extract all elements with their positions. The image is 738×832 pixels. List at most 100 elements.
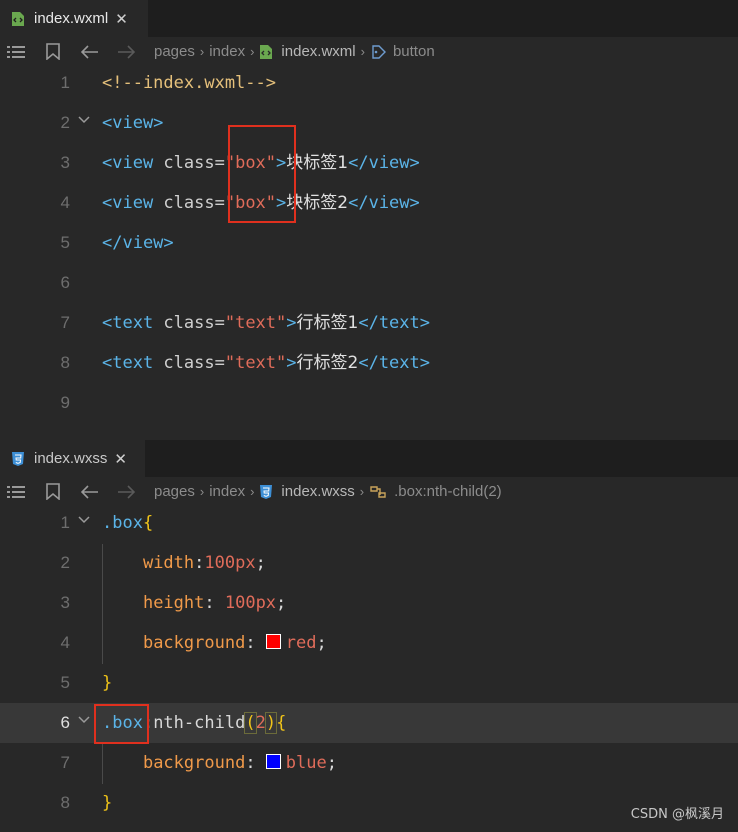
bookmark-icon[interactable] — [44, 477, 62, 506]
code-text: <!--index.wxml--> — [102, 63, 276, 103]
color-swatch[interactable] — [265, 754, 281, 769]
tab-index-wxss[interactable]: index.wxss ✕ — [0, 440, 145, 477]
code-token: background — [142, 753, 246, 773]
line-number: 6 — [60, 273, 70, 292]
code-line[interactable]: 4 background: red; — [0, 623, 738, 663]
code-text: </view> — [102, 223, 174, 263]
code-token: blue — [285, 753, 327, 773]
tab-index-wxml[interactable]: index.wxml ✕ — [0, 0, 148, 37]
code-token: <!--index.wxml--> — [102, 73, 276, 93]
forward-arrow-icon[interactable] — [116, 37, 136, 66]
line-number: 5 — [60, 233, 70, 252]
forward-arrow-icon[interactable] — [116, 477, 136, 506]
line-number: 8 — [60, 353, 70, 372]
breadcrumb-bar: pages › index › index.wxml › button — [0, 37, 738, 66]
outline-list-icon[interactable] — [6, 37, 26, 66]
code-line[interactable]: 4 <view class="box">块标签2</view> — [0, 183, 738, 223]
line-number: 8 — [60, 793, 70, 812]
code-token: red — [285, 633, 317, 653]
chevron-right-icon: › — [359, 484, 365, 499]
watermark: CSDN @枫溪月 — [630, 807, 724, 822]
wxml-file-icon — [10, 11, 26, 27]
code-line[interactable]: 1 <!--index.wxml--> — [0, 63, 738, 103]
code-line[interactable]: 7 background: blue; — [0, 743, 738, 783]
code-token: { — [276, 713, 287, 733]
code-line[interactable]: 5} — [0, 663, 738, 703]
line-number: 2 — [60, 113, 70, 132]
code-line[interactable]: 7 <text class="text">行标签1</text> — [0, 303, 738, 343]
outline-list-icon[interactable] — [6, 477, 26, 506]
code-line[interactable]: 2 width:100px; — [0, 543, 738, 583]
code-token: <view> — [102, 113, 164, 133]
code-token: : — [204, 593, 225, 613]
code-token: ; — [276, 593, 287, 613]
code-token: "text" — [224, 353, 287, 373]
code-token: <text — [102, 353, 164, 373]
code-line[interactable]: 1 .box{ — [0, 503, 738, 543]
code-text: <text class="text">行标签1</text> — [102, 303, 430, 343]
line-number: 3 — [60, 593, 70, 612]
code-line[interactable]: 9 — [0, 383, 738, 423]
code-token: <view — [102, 153, 164, 173]
fold-chevron-icon[interactable] — [78, 713, 90, 725]
fold-chevron-icon[interactable] — [78, 513, 90, 525]
breadcrumb-index[interactable]: index — [209, 483, 245, 500]
code-token: { — [142, 513, 154, 533]
close-icon[interactable]: ✕ — [114, 450, 127, 468]
chevron-right-icon: › — [360, 44, 365, 59]
wxml-editor-pane: index.wxml ✕ pages › index › index.wxml … — [0, 0, 738, 440]
tab-bar: index.wxml ✕ — [0, 0, 738, 37]
code-token: <text — [102, 313, 164, 333]
code-token: class= — [163, 193, 225, 213]
breadcrumb-index[interactable]: index — [209, 43, 245, 60]
code-line[interactable]: 3 height: 100px; — [0, 583, 738, 623]
element-tag-icon — [370, 44, 386, 59]
code-token: ; — [255, 553, 266, 573]
code-text: height: 100px; — [102, 583, 286, 623]
line-number: 7 — [60, 313, 70, 332]
close-icon[interactable]: ✕ — [115, 10, 128, 28]
code-line[interactable]: 8 <text class="text">行标签2</text> — [0, 343, 738, 383]
line-number: 4 — [60, 633, 70, 652]
code-token: </text> — [358, 353, 430, 373]
bookmark-icon[interactable] — [44, 37, 62, 66]
line-number: 3 — [60, 153, 70, 172]
breadcrumb-pages[interactable]: pages — [154, 43, 195, 60]
color-swatch[interactable] — [265, 634, 281, 649]
breadcrumb-pages[interactable]: pages — [154, 483, 195, 500]
code-token: : — [194, 553, 205, 573]
tab-bar: index.wxss ✕ — [0, 440, 738, 477]
back-arrow-icon[interactable] — [80, 477, 100, 506]
code-token: } — [102, 673, 113, 693]
line-number: 7 — [60, 753, 70, 772]
code-line[interactable]: 3 <view class="box">块标签1</view> — [0, 143, 738, 183]
code-token: > — [286, 353, 297, 373]
code-line[interactable]: 6 — [0, 263, 738, 303]
code-token: ; — [326, 753, 337, 773]
wxml-file-icon — [259, 44, 273, 60]
code-line[interactable]: 5 </view> — [0, 223, 738, 263]
line-number: 5 — [60, 673, 70, 692]
fold-chevron-icon[interactable] — [78, 113, 90, 125]
line-number: 2 — [60, 553, 70, 572]
line-number: 6 — [60, 713, 70, 732]
breadcrumb-file[interactable]: index.wxml — [281, 43, 355, 60]
code-line[interactable]: 2 <view> — [0, 103, 738, 143]
code-token: .box — [102, 513, 143, 533]
code-line[interactable]: 8} — [0, 783, 738, 823]
breadcrumb-symbol[interactable]: .box:nth-child(2) — [394, 483, 502, 500]
breadcrumb-symbol[interactable]: button — [393, 43, 435, 60]
code-token: class= — [163, 353, 225, 373]
code-token: "text" — [224, 313, 287, 333]
code-token: :nth-child — [142, 713, 246, 733]
back-arrow-icon[interactable] — [80, 37, 100, 66]
line-number: 1 — [60, 513, 70, 532]
breadcrumb-file[interactable]: index.wxss — [281, 483, 354, 500]
code-token: background — [142, 633, 246, 653]
code-token: ; — [316, 633, 327, 653]
selector-symbol-icon — [369, 485, 387, 499]
code-text: <text class="text">行标签2</text> — [102, 343, 430, 383]
code-token: 100px — [224, 593, 277, 613]
code-text: width:100px; — [102, 543, 266, 583]
